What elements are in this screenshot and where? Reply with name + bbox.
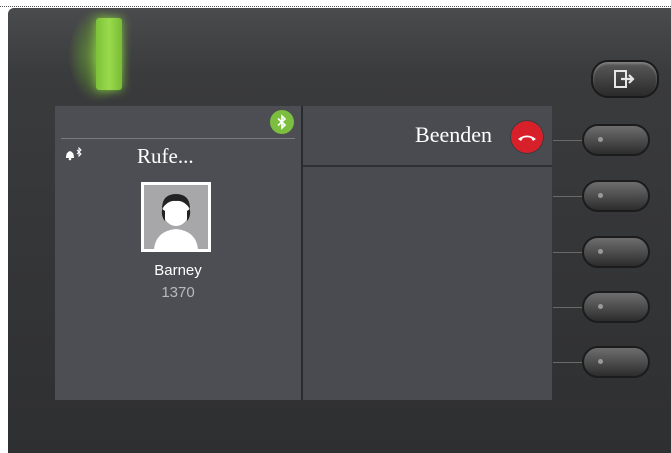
exit-button[interactable] [591,60,659,98]
actions-pane: Beenden [303,106,552,400]
softkey-4[interactable] [582,291,650,323]
exit-door-icon [614,70,635,88]
bluetooth-icon [277,114,287,130]
softkey-5[interactable] [582,346,650,378]
contact-number: 1370 [161,284,195,301]
display-screen: Rufe... Barney 1370 Beenden [55,106,552,400]
softkey-3[interactable] [582,236,650,268]
header-divider [61,138,295,139]
softkey-connector-1 [553,140,583,141]
softkey-dot [598,359,603,364]
message-led [96,18,122,90]
softkey-dot [598,304,603,309]
call-status: Rufe... [137,144,194,168]
bell-bluetooth-icon [66,147,82,161]
call-info-pane: Rufe... Barney 1370 [55,106,301,400]
softkey-dot [598,193,603,198]
person-silhouette-icon [144,185,208,249]
softkey-connector-4 [553,307,583,308]
contact-name: Barney [154,262,202,279]
end-call-label: Beenden [415,122,492,147]
softkey-dot [598,249,603,254]
softkey-connector-3 [553,252,583,253]
top-border [0,6,671,7]
end-call-action[interactable]: Beenden [303,106,552,165]
softkey-dot [598,137,603,142]
avatar [141,182,211,252]
softkey-2[interactable] [582,180,650,212]
softkey-1[interactable] [582,124,650,156]
bluetooth-badge [270,110,294,134]
softkey-connector-2 [553,196,583,197]
softkey-connector-5 [553,362,583,363]
hang-up-icon[interactable] [511,121,543,153]
action-divider [303,165,552,167]
